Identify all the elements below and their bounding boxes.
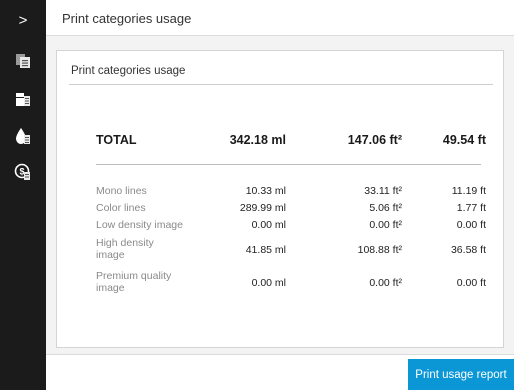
row-length-value: 1.77 ft <box>456 202 486 214</box>
row-ink-value: 10.33 ml <box>245 185 286 197</box>
collapse-sidebar-button[interactable]: > <box>0 7 46 33</box>
total-ink-value: 342.18 ml <box>229 133 286 147</box>
card-divider <box>69 84 493 85</box>
sidebar: > $ <box>0 0 46 390</box>
chevron-right-icon: > <box>18 11 28 29</box>
ink-usage-icon <box>16 128 30 144</box>
card-title: Print categories usage <box>71 65 186 77</box>
print-queue-icon <box>16 93 30 106</box>
print-categories-icon <box>16 54 30 68</box>
row-length-value: 0.00 ft <box>456 277 486 289</box>
print-usage-report-button[interactable]: Print usage report <box>408 359 514 390</box>
page-title: Print categories usage <box>62 11 192 26</box>
row-ink-value: 41.85 ml <box>245 244 286 256</box>
row-label-high-density-image: High density image <box>96 237 154 261</box>
row-ink-value: 289.99 ml <box>239 202 286 214</box>
sidebar-item-print-queue[interactable] <box>0 86 46 112</box>
row-ink-value: 0.00 ml <box>251 219 286 231</box>
sidebar-item-ink-usage[interactable] <box>0 123 46 149</box>
sidebar-item-print-categories[interactable] <box>0 48 46 74</box>
row-label-premium-quality-image: Premium quality image <box>96 270 172 294</box>
row-length-value: 36.58 ft <box>450 244 486 256</box>
sidebar-item-accounting[interactable]: $ <box>0 159 46 185</box>
total-length-value: 49.54 ft <box>442 133 486 147</box>
total-divider <box>96 164 481 165</box>
row-length-value: 0.00 ft <box>456 219 486 231</box>
row-length-value: 11.19 ft <box>451 185 486 197</box>
header-bar: Print categories usage <box>46 0 514 36</box>
usage-card: Print categories usage TOTAL 342.18 ml 1… <box>56 50 504 348</box>
footer-bar: Print usage report <box>46 354 514 390</box>
svg-text:$: $ <box>19 167 24 177</box>
accounting-icon: $ <box>14 163 30 180</box>
row-ink-value: 0.00 ml <box>251 277 286 289</box>
total-label: TOTAL <box>96 133 137 147</box>
main-content: Print categories usage TOTAL 342.18 ml 1… <box>46 36 514 354</box>
